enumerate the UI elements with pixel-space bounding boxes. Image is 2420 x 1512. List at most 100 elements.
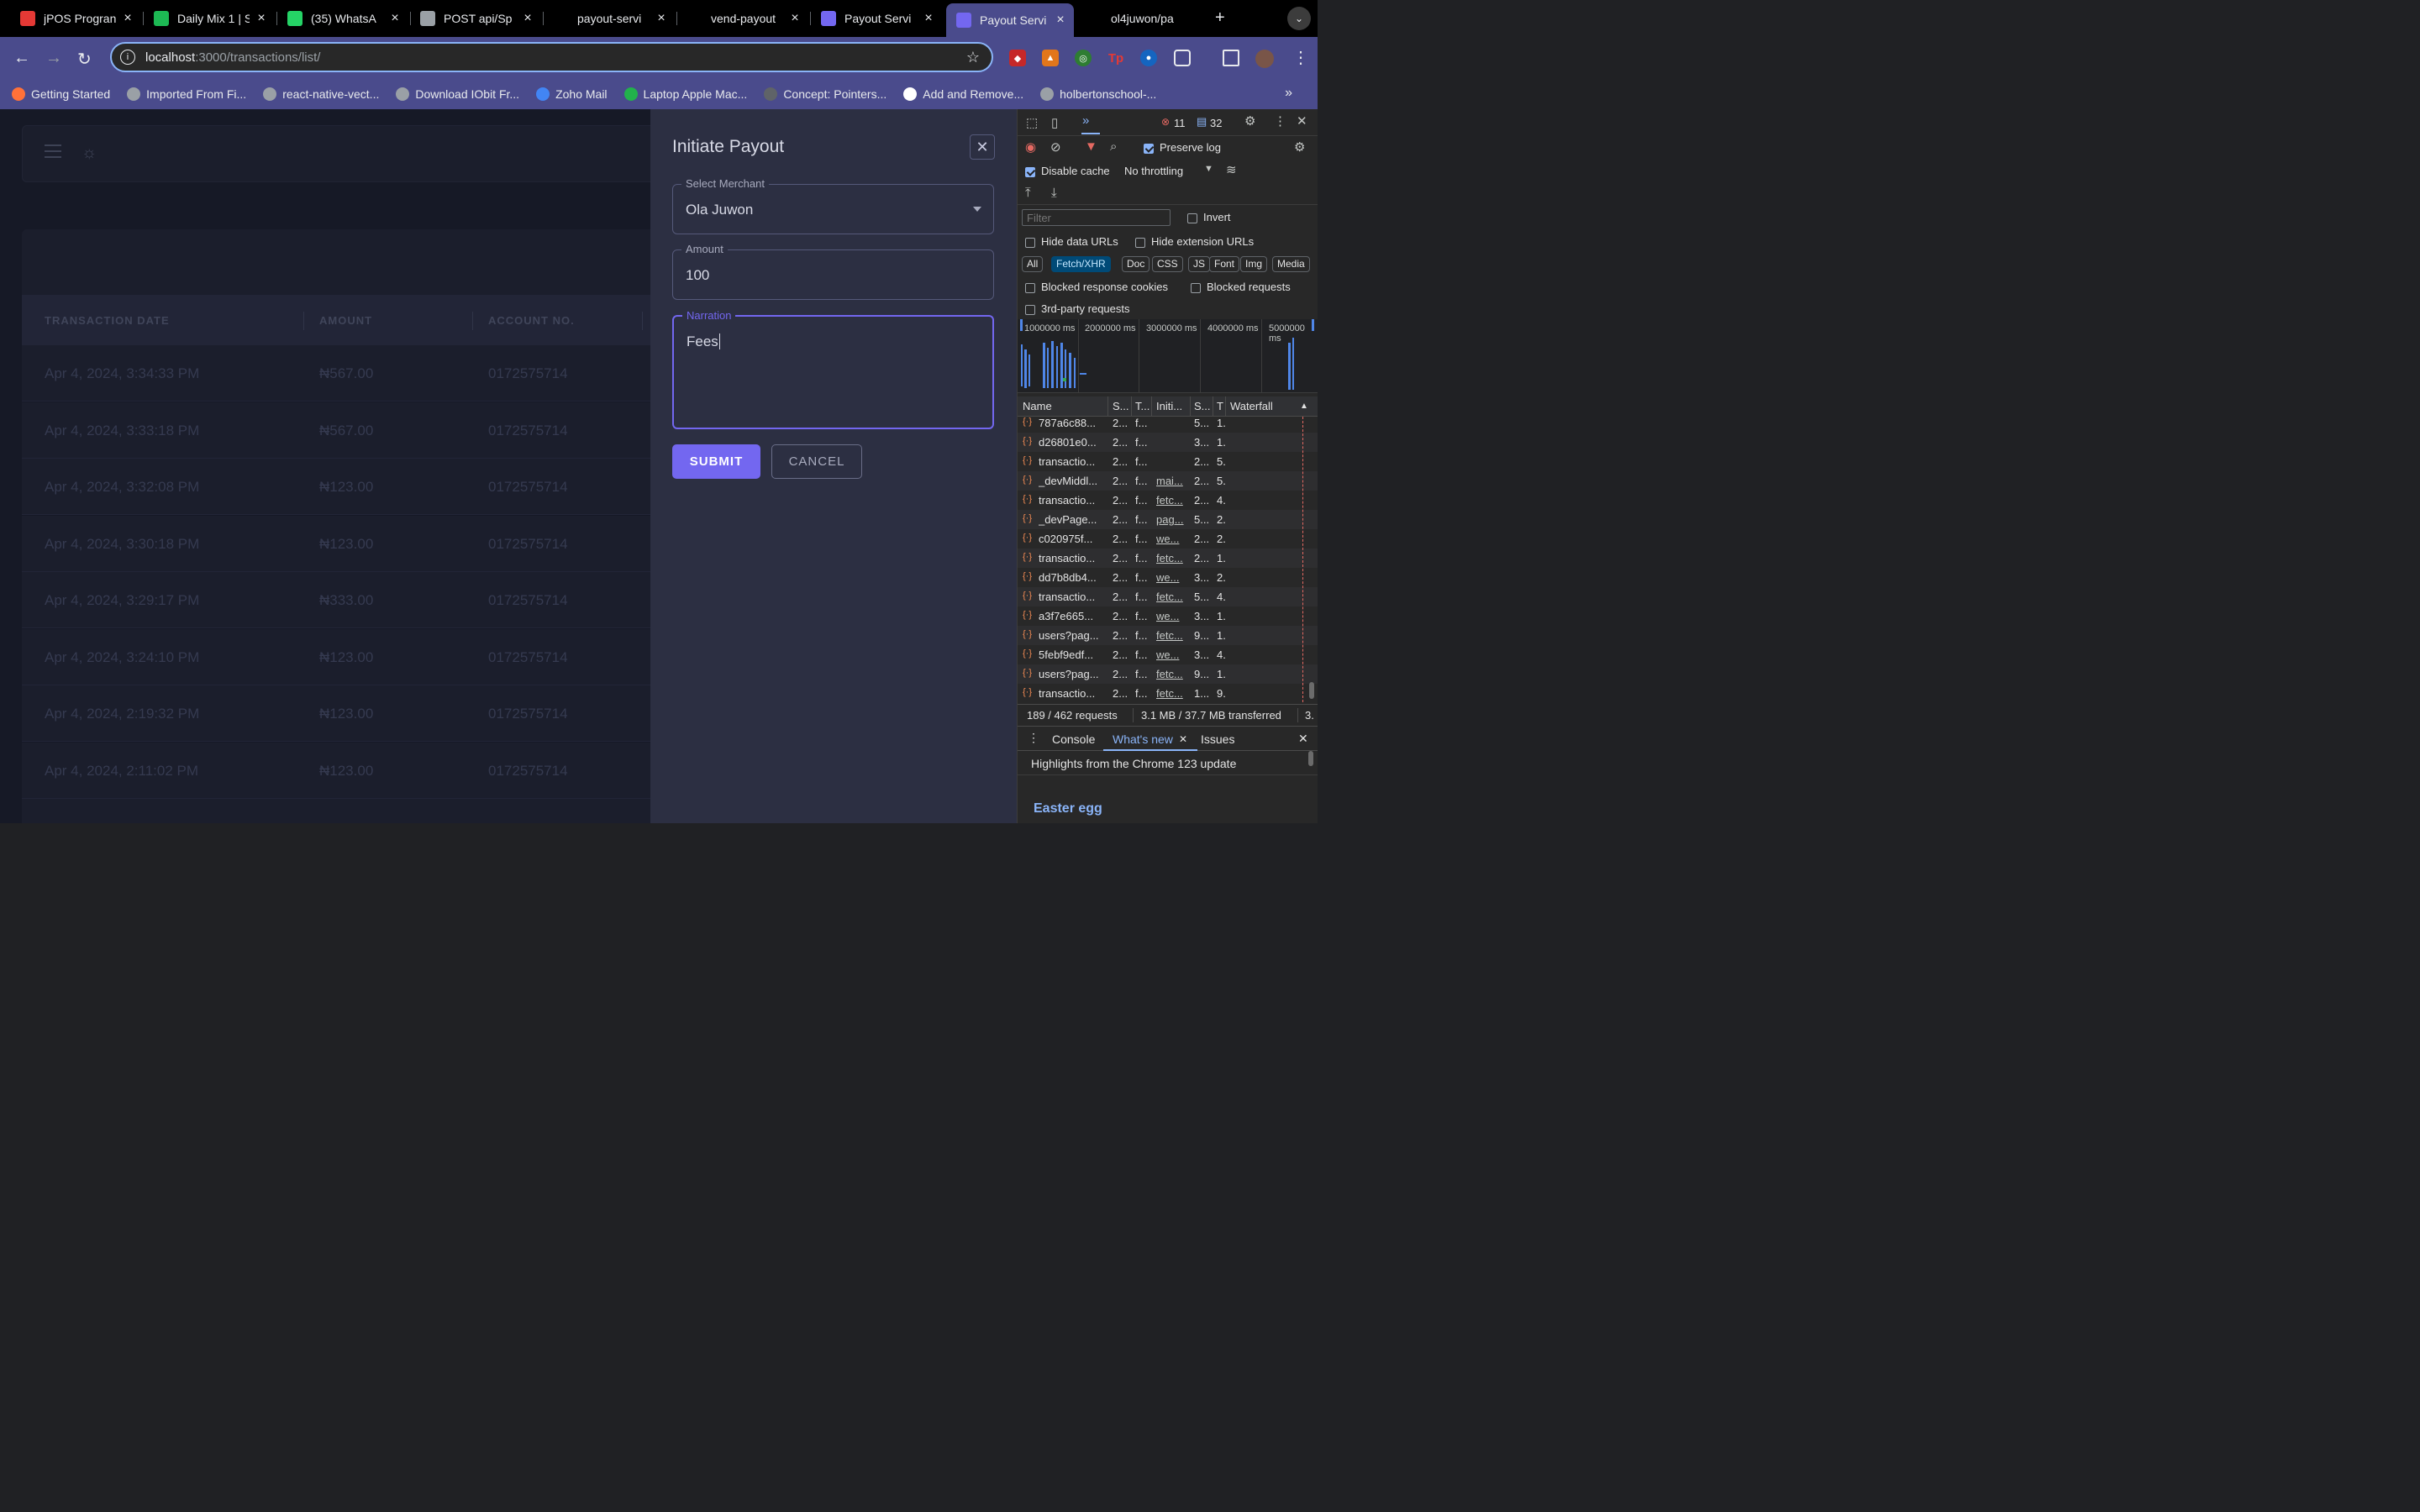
close-tab-icon[interactable]: × — [1054, 13, 1067, 28]
column-header-status[interactable]: S... — [1113, 400, 1129, 412]
bookmark-star-icon[interactable]: ☆ — [966, 49, 980, 66]
message-count[interactable]: 32 — [1210, 117, 1222, 129]
browser-tab[interactable]: payout-servi × — [544, 7, 675, 30]
browser-tab[interactable]: Daily Mix 1 | S × — [144, 7, 275, 30]
network-settings-icon[interactable]: ⚙ — [1294, 139, 1305, 155]
blocked-requests-checkbox[interactable]: Blocked requests — [1191, 281, 1291, 293]
bookmark-item[interactable]: Download IObit Fr... — [396, 87, 519, 101]
network-request-row[interactable]: {·} transactio... 2... f... fetc... 1... 9. — [1018, 684, 1318, 703]
filter-chip[interactable]: Font — [1209, 256, 1240, 272]
easter-egg-link[interactable]: Easter egg — [1034, 801, 1102, 816]
preserve-log-checkbox[interactable]: Preserve log — [1144, 141, 1221, 154]
request-init[interactable]: fetc... — [1156, 494, 1188, 507]
bookmark-item[interactable]: Getting Started — [12, 87, 110, 101]
merchant-select[interactable]: Select Merchant Ola Juwon — [672, 177, 994, 234]
browser-tab[interactable]: jPOS Progran × — [10, 7, 141, 30]
hide-extension-urls-checkbox[interactable]: Hide extension URLs — [1135, 235, 1254, 248]
browser-tab[interactable]: Payout Servi × — [811, 7, 942, 30]
site-info-icon[interactable]: i — [120, 50, 135, 65]
error-count[interactable]: 11 — [1174, 117, 1186, 129]
request-init[interactable]: fetc... — [1156, 668, 1188, 680]
checkbox-unchecked[interactable] — [1191, 282, 1201, 293]
forward-icon[interactable]: → — [45, 49, 62, 68]
browser-tab[interactable]: Payout Servi × — [946, 3, 1074, 37]
close-tab-icon[interactable]: × — [788, 11, 802, 26]
side-panel-icon[interactable] — [1223, 50, 1239, 66]
record-stop-icon[interactable]: ◉ — [1025, 139, 1036, 155]
column-header-waterfall[interactable]: Waterfall — [1230, 400, 1273, 412]
import-har-icon[interactable]: ⤒ — [1025, 186, 1031, 200]
request-init[interactable]: we... — [1156, 610, 1188, 622]
chevron-down-icon[interactable]: ▼ — [1204, 164, 1213, 174]
filter-chip[interactable]: Media — [1272, 256, 1310, 272]
metamask-icon[interactable]: ▲ — [1042, 50, 1059, 66]
extension-icon[interactable]: ● — [1140, 50, 1157, 66]
network-request-row[interactable]: {·} _devPage... 2... f... pag... 5... 2. — [1018, 510, 1318, 529]
column-header-time[interactable]: T — [1217, 400, 1223, 412]
amount-field[interactable]: Amount 100 — [672, 243, 994, 300]
clear-icon[interactable]: ⊘ — [1050, 139, 1061, 155]
request-init[interactable]: fetc... — [1156, 591, 1188, 603]
blocked-cookies-checkbox[interactable]: Blocked response cookies — [1025, 281, 1168, 293]
settings-gear-icon[interactable]: ⚙ — [1244, 113, 1255, 129]
column-header-type[interactable]: T... — [1135, 400, 1150, 412]
close-tab-icon[interactable]: × — [521, 11, 534, 26]
address-bar[interactable]: i localhost:3000/transactions/list/ ☆ — [110, 42, 993, 72]
checkbox-checked[interactable] — [1025, 166, 1035, 177]
close-tab-icon[interactable]: × — [655, 11, 668, 26]
column-header-initiator[interactable]: Initi... — [1156, 400, 1182, 412]
submit-button[interactable]: SUBMIT — [672, 444, 760, 479]
profile-avatar[interactable] — [1255, 50, 1274, 68]
invert-checkbox[interactable]: Invert — [1187, 211, 1231, 223]
request-init[interactable]: mai... — [1156, 475, 1188, 487]
network-request-row[interactable]: {·} dd7b8db4... 2... f... we... 3... 2. — [1018, 568, 1318, 587]
extension-icon[interactable]: ◆ — [1009, 50, 1026, 66]
network-request-row[interactable]: {·} _devMiddl... 2... f... mai... 2... 5. — [1018, 471, 1318, 491]
filter-chip[interactable]: All — [1022, 256, 1044, 272]
browser-tab[interactable]: vend-payout × — [677, 7, 808, 30]
more-tabs-icon[interactable]: » — [1082, 113, 1089, 128]
tab-issues[interactable]: Issues — [1201, 732, 1234, 746]
third-party-checkbox[interactable]: 3rd-party requests — [1025, 302, 1130, 315]
filter-chip[interactable]: JS — [1188, 256, 1211, 272]
filter-chip[interactable]: Fetch/XHR — [1051, 256, 1111, 272]
bookmark-item[interactable]: Laptop Apple Mac... — [623, 87, 747, 101]
filter-chip[interactable]: Doc — [1122, 256, 1150, 272]
request-init[interactable]: fetc... — [1156, 629, 1188, 642]
extension-icon[interactable]: ◎ — [1075, 50, 1092, 66]
request-init[interactable]: fetc... — [1156, 687, 1188, 700]
request-init[interactable]: we... — [1156, 533, 1188, 545]
network-conditions-icon[interactable]: ≋ — [1226, 162, 1237, 177]
close-tab-icon[interactable]: × — [388, 11, 402, 26]
bookmark-item[interactable]: Concept: Pointers... — [764, 87, 886, 101]
error-count-icon[interactable]: ⊗ — [1161, 116, 1170, 128]
bookmark-item[interactable]: react-native-vect... — [263, 87, 379, 101]
new-tab-icon[interactable]: + — [1215, 8, 1225, 28]
filter-funnel-icon[interactable]: ▼ — [1085, 139, 1097, 154]
checkbox-unchecked[interactable] — [1187, 213, 1197, 223]
tab-console[interactable]: Console — [1052, 732, 1095, 746]
filter-input[interactable] — [1022, 209, 1171, 226]
checkbox-unchecked[interactable] — [1025, 237, 1035, 248]
kebab-menu-icon[interactable]: ⋮ — [1274, 113, 1286, 129]
close-tab-icon[interactable]: × — [255, 11, 268, 26]
filter-chip[interactable]: CSS — [1152, 256, 1183, 272]
bookmark-item[interactable]: holbertonschool-... — [1040, 87, 1156, 101]
kebab-menu-icon[interactable]: ⋮ — [1292, 47, 1309, 68]
network-request-row[interactable]: {·} d26801e0... 2... f... 3... 1. — [1018, 433, 1318, 452]
close-icon[interactable]: ✕ — [970, 134, 995, 160]
close-tab-icon[interactable]: × — [922, 11, 935, 26]
scrollbar-thumb[interactable] — [1308, 751, 1313, 766]
checkbox-checked[interactable] — [1144, 143, 1154, 154]
disable-cache-checkbox[interactable]: Disable cache — [1025, 165, 1110, 177]
browser-tab[interactable]: POST api/Sp × — [410, 7, 541, 30]
export-har-icon[interactable]: ⤓ — [1051, 186, 1057, 200]
request-init[interactable]: fetc... — [1156, 552, 1188, 564]
close-tab-icon[interactable]: ✕ — [1179, 733, 1187, 745]
bookmark-item[interactable]: Zoho Mail — [536, 87, 608, 101]
network-request-row[interactable]: {·} 5febf9edf... 2... f... we... 3... 4. — [1018, 645, 1318, 664]
tab-search-icon[interactable]: ⌄ — [1287, 7, 1311, 30]
network-overview-timeline[interactable]: 1000000 ms 2000000 ms 3000000 ms 4000000 ms… — [1018, 319, 1318, 393]
network-request-row[interactable]: {·} transactio... 2... f... fetc... 5... 4. — [1018, 587, 1318, 606]
network-request-row[interactable]: {·} users?pag... 2... f... fetc... 9... 1. — [1018, 626, 1318, 645]
